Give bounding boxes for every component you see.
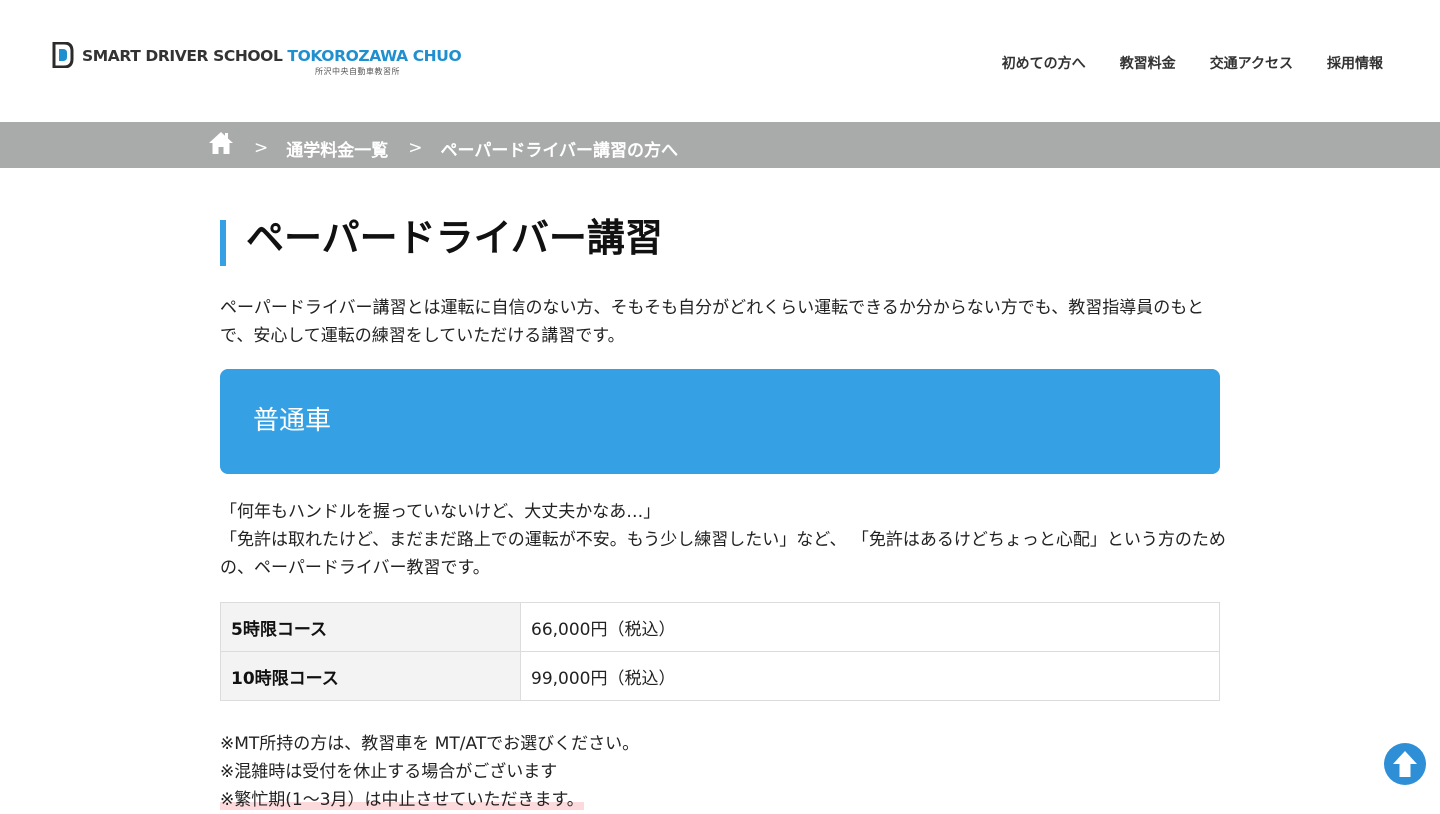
description-line: 「免許は取れたけど、まだまだ路上での運転が不安。もう少し練習したい」など、 「免… <box>220 530 1226 578</box>
section-description: 「何年もハンドルを握っていないけど、大丈夫かなあ…」 「免許は取れたけど、まだま… <box>220 498 1230 582</box>
home-icon[interactable] <box>208 131 234 155</box>
note-line-highlighted: ※繁忙期(1〜3月）は中止させていただきます。 <box>220 786 639 814</box>
breadcrumb-link-fees[interactable]: 通学料金一覧 <box>286 130 388 161</box>
logo-subtext: 所沢中央自動車教習所 <box>315 67 400 76</box>
nav-item-access[interactable]: 交通アクセス <box>1210 54 1293 74</box>
course-name: 10時限コース <box>220 651 521 701</box>
nav-item-recruit[interactable]: 採用情報 <box>1327 54 1383 74</box>
course-price: 99,000円（税込） <box>520 651 1220 701</box>
nav-item-fees[interactable]: 教習料金 <box>1120 54 1176 74</box>
breadcrumb-separator: > <box>254 138 269 158</box>
intro-text: ペーパードライバー講習とは運転に自信のない方、そもそも自分がどれくらい運転できる… <box>220 298 1204 346</box>
breadcrumb-inner: > 通学料金一覧 > ペーパードライバー講習の方へ <box>208 122 678 168</box>
breadcrumb-current: ペーパードライバー講習の方へ <box>440 140 679 161</box>
breadcrumb-separator: > <box>408 138 423 158</box>
site-logo[interactable]: SMART DRIVER SCHOOL TOKOROZAWA CHUO 所沢中央… <box>52 40 462 80</box>
course-price: 66,000円（税込） <box>520 602 1220 652</box>
price-table: 5時限コース 66,000円（税込） 10時限コース 99,000円（税込） <box>220 602 1220 701</box>
section-header-box: 普通車 <box>220 369 1220 474</box>
nav-item-first-time[interactable]: 初めての方へ <box>1002 54 1086 74</box>
note-line: ※混雑時は受付を休止する場合がございます <box>220 762 558 782</box>
main-nav: 初めての方へ 教習料金 交通アクセス 採用情報 <box>1002 54 1383 74</box>
arrow-up-icon <box>1393 751 1417 777</box>
logo-mark-icon <box>52 42 74 68</box>
breadcrumb: > 通学料金一覧 > ペーパードライバー講習の方へ <box>0 122 1440 168</box>
back-to-top-button[interactable] <box>1384 743 1426 785</box>
notes: ※MT所持の方は、教習車を MT/ATでお選びください。 ※混雑時は受付を休止す… <box>220 730 639 814</box>
logo-text: SMART DRIVER SCHOOL TOKOROZAWA CHUO <box>82 47 462 65</box>
site-header: SMART DRIVER SCHOOL TOKOROZAWA CHUO 所沢中央… <box>0 0 1440 122</box>
section-title: 普通車 <box>253 406 332 436</box>
table-row: 5時限コース 66,000円（税込） <box>220 602 1220 652</box>
page-title: ペーパードライバー講習 <box>220 219 663 266</box>
note-highlight: ※繁忙期(1〜3月）は中止させていただきます。 <box>220 790 584 810</box>
course-name: 5時限コース <box>220 602 521 652</box>
table-row: 10時限コース 99,000円（税込） <box>220 651 1220 701</box>
note-line: ※MT所持の方は、教習車を MT/ATでお選びください。 <box>220 734 640 754</box>
description-line: 「何年もハンドルを握っていないけど、大丈夫かなあ…」 <box>220 502 661 522</box>
